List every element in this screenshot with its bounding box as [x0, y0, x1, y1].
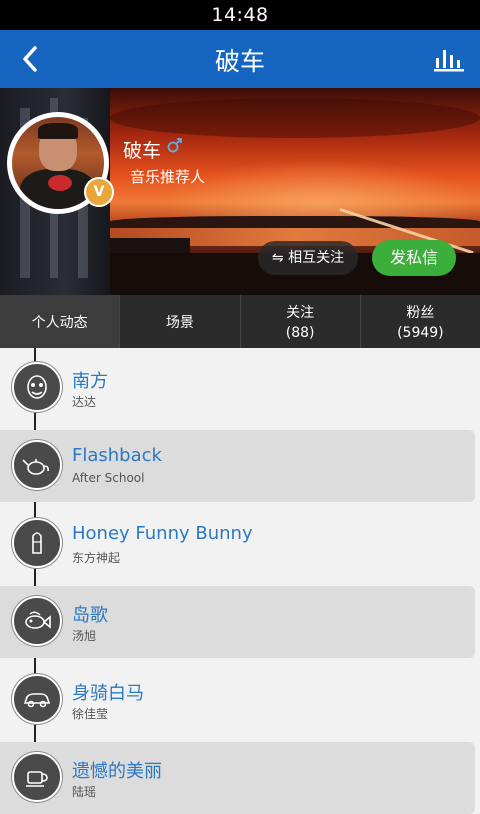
send-message-button[interactable]: 发私信	[372, 240, 456, 276]
car-icon	[12, 674, 62, 724]
male-gender-icon	[167, 138, 182, 153]
cone-icon	[12, 518, 62, 568]
app-bar: 破车	[0, 30, 480, 88]
page-title: 破车	[214, 47, 265, 76]
list-item[interactable]: 遗憾的美丽 陆瑶	[0, 738, 480, 814]
verified-badge: V	[84, 177, 114, 207]
song-artist: 达达	[72, 395, 97, 409]
list-item[interactable]: 岛歌 汤旭	[0, 582, 480, 658]
song-artist: 汤旭	[72, 629, 97, 643]
activity-list: 南方 达达 Flashback After School Honey Funny…	[0, 348, 480, 814]
status-bar: 14:48	[0, 0, 480, 30]
song-title: Honey Funny Bunny	[72, 523, 253, 544]
tab-label: 关注	[286, 305, 315, 321]
profile-role: 音乐推荐人	[130, 168, 206, 186]
song-artist: 陆瑶	[72, 785, 97, 799]
cup-icon	[12, 752, 62, 802]
song-title: 南方	[72, 371, 108, 392]
song-artist: 徐佳莹	[72, 707, 109, 721]
mutual-follow-button[interactable]: ⇋ 相互关注	[258, 241, 358, 275]
followers-count: (5949)	[397, 325, 444, 341]
song-title: Flashback	[72, 445, 162, 466]
status-time: 14:48	[211, 4, 269, 26]
tab-scenes[interactable]: 场景	[119, 295, 239, 348]
song-title: 身骑白马	[72, 683, 144, 704]
list-item[interactable]: 身骑白马 徐佳莹	[0, 660, 480, 732]
fish-icon	[12, 596, 62, 646]
profile-name: 破车	[123, 140, 162, 162]
tab-label: 场景	[165, 314, 194, 331]
teapot-icon	[12, 440, 62, 490]
following-count: (88)	[285, 325, 315, 341]
tab-followers[interactable]: 粉丝 (5949)	[359, 295, 480, 348]
song-title: 岛歌	[72, 605, 108, 626]
song-artist: After School	[72, 471, 145, 485]
mask-icon	[12, 362, 62, 412]
song-artist: 东方神起	[72, 551, 121, 565]
song-title: 遗憾的美丽	[72, 761, 162, 782]
list-item[interactable]: Flashback After School	[0, 426, 480, 502]
tab-following[interactable]: 关注 (88)	[239, 295, 360, 348]
list-item[interactable]: Honey Funny Bunny 东方神起	[0, 504, 480, 576]
profile-tabs: 个人动态 场景 关注 (88) 粉丝 (5949)	[0, 295, 480, 348]
tab-label: 个人动态	[31, 314, 88, 331]
bar-chart-icon[interactable]	[434, 46, 464, 72]
list-item[interactable]: 南方 达达	[0, 348, 480, 420]
tab-activity[interactable]: 个人动态	[0, 295, 120, 348]
tab-label: 粉丝	[406, 305, 435, 321]
